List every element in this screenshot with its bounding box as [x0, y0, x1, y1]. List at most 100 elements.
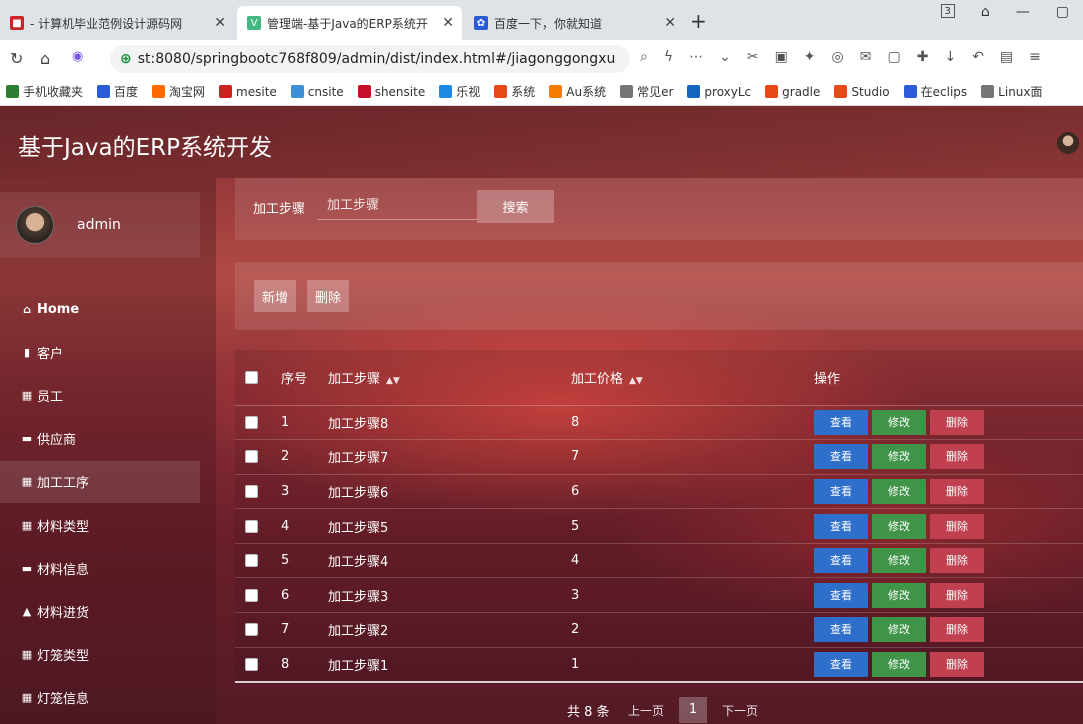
- sidebar-item-4[interactable]: ▦ 加工工序: [0, 460, 200, 503]
- minimize-icon[interactable]: —: [1016, 4, 1030, 20]
- view-button[interactable]: 查看: [814, 513, 868, 539]
- edit-button[interactable]: 修改: [872, 478, 926, 504]
- row-checkbox[interactable]: [245, 450, 258, 464]
- view-button[interactable]: 查看: [814, 582, 868, 608]
- game-icon[interactable]: ✦: [804, 49, 816, 65]
- bookmark-item[interactable]: 淘宝网: [152, 83, 205, 100]
- edit-button[interactable]: 修改: [872, 617, 926, 643]
- search-input[interactable]: [317, 192, 477, 220]
- close-icon[interactable]: ✕: [214, 15, 226, 31]
- bookmark-item[interactable]: cnsite: [290, 85, 344, 99]
- sort-icon[interactable]: ▲▼: [629, 376, 643, 386]
- bookmark-item[interactable]: 常见er: [620, 83, 673, 100]
- edit-button[interactable]: 修改: [872, 513, 926, 539]
- bookmark-item[interactable]: Linux面: [981, 83, 1043, 100]
- bookmark-item[interactable]: 手机收藏夹: [6, 83, 83, 100]
- bookmark-item[interactable]: proxyLc: [687, 85, 751, 99]
- more-icon[interactable]: ⋯: [689, 49, 703, 65]
- delete-button[interactable]: 删除: [930, 651, 984, 677]
- select-all-checkbox[interactable]: [245, 370, 258, 384]
- weibo-icon[interactable]: ◎: [832, 49, 844, 65]
- row-checkbox[interactable]: [245, 554, 258, 568]
- extension-icon[interactable]: ✚: [917, 49, 929, 65]
- delete-button[interactable]: 删除: [930, 444, 984, 470]
- sidebar-item-0[interactable]: ⌂ Home: [0, 288, 200, 330]
- view-button[interactable]: 查看: [814, 444, 868, 470]
- sidebar-item-8[interactable]: ▦ 灯笼类型: [0, 634, 200, 676]
- delete-button[interactable]: 删除: [930, 582, 984, 608]
- edit-button[interactable]: 修改: [872, 651, 926, 677]
- chevron-down-icon[interactable]: ⌄: [719, 49, 731, 65]
- bookmark-item[interactable]: mesite: [219, 85, 277, 99]
- cast-icon[interactable]: ▢: [887, 49, 900, 65]
- next-page-button[interactable]: 下一页: [722, 702, 758, 719]
- bookmark-item[interactable]: Au系统: [549, 83, 606, 100]
- close-icon[interactable]: ✕: [442, 15, 454, 31]
- sidebar-item-2[interactable]: ▦ 员工: [0, 374, 200, 416]
- ai-icon[interactable]: ◉: [72, 49, 83, 64]
- view-button[interactable]: 查看: [814, 548, 868, 574]
- bookmark-item[interactable]: 百度: [97, 83, 138, 100]
- delete-button[interactable]: 删除: [930, 478, 984, 504]
- home-icon[interactable]: ⌂: [40, 49, 50, 68]
- row-checkbox[interactable]: [245, 657, 258, 671]
- view-button[interactable]: 查看: [814, 478, 868, 504]
- delete-button[interactable]: 删除: [930, 513, 984, 539]
- edit-button[interactable]: 修改: [872, 548, 926, 574]
- row-checkbox[interactable]: [245, 415, 258, 429]
- sidebar-item-1[interactable]: ▮ 客户: [0, 331, 200, 373]
- sidebar-item-5[interactable]: ▦ 材料类型: [0, 504, 200, 546]
- edit-button[interactable]: 修改: [872, 582, 926, 608]
- tab-counter[interactable]: 3: [940, 4, 955, 18]
- sidebar-item-7[interactable]: ▲ 材料进货: [0, 590, 200, 632]
- bookmark-item[interactable]: shensite: [357, 85, 425, 99]
- delete-button[interactable]: 删除: [930, 409, 984, 435]
- maximize-icon[interactable]: ▢: [1056, 4, 1069, 20]
- briefcase-icon[interactable]: ▤: [1000, 49, 1013, 65]
- shirt-icon[interactable]: ⌂: [981, 4, 990, 20]
- sidebar-item-6[interactable]: ▬ 材料信息: [0, 547, 200, 589]
- delete-button[interactable]: 删除: [930, 617, 984, 643]
- search-button[interactable]: 搜索: [477, 190, 554, 223]
- prev-page-button[interactable]: 上一页: [628, 702, 664, 719]
- browser-tab-active[interactable]: V 管理端-基于Java的ERP系统开 ✕: [237, 6, 462, 40]
- sidebar-item-3[interactable]: ▬ 供应商: [0, 418, 200, 460]
- browser-tab[interactable]: ■ - 计算机毕业范例设计源码网 ✕: [0, 6, 234, 40]
- bookmark-item[interactable]: gradle: [765, 85, 820, 99]
- view-button[interactable]: 查看: [814, 617, 868, 643]
- bookmark-item[interactable]: 系统: [494, 83, 535, 100]
- menu-icon[interactable]: ≡: [1029, 49, 1041, 65]
- bookmark-item[interactable]: Studio: [834, 85, 890, 99]
- col-step-header[interactable]: 加工步骤 ▲▼: [328, 350, 571, 406]
- row-checkbox[interactable]: [245, 588, 258, 602]
- new-tab-button[interactable]: +: [690, 9, 707, 33]
- add-button[interactable]: 新增: [254, 280, 297, 312]
- bookmark-label: 手机收藏夹: [23, 85, 84, 99]
- avatar[interactable]: [1057, 132, 1079, 154]
- undo-icon[interactable]: ↶: [972, 49, 984, 65]
- row-checkbox[interactable]: [245, 623, 258, 637]
- lightning-icon[interactable]: ϟ: [664, 49, 673, 65]
- bookmark-item[interactable]: 在eclips: [903, 83, 967, 100]
- view-button[interactable]: 查看: [814, 651, 868, 677]
- browser-tab[interactable]: ✿ 百度一下，你就知道 ✕: [464, 6, 684, 40]
- url-bar[interactable]: ⊕ st:8080/springbootc768f809/admin/dist/…: [110, 45, 630, 73]
- col-price-header[interactable]: 加工价格 ▲▼: [571, 350, 814, 406]
- reload-icon[interactable]: ↻: [10, 49, 23, 68]
- close-icon[interactable]: ✕: [664, 15, 676, 31]
- row-checkbox[interactable]: [245, 519, 258, 533]
- edit-button[interactable]: 修改: [872, 444, 926, 470]
- zoom-icon[interactable]: ⌕: [640, 49, 648, 65]
- scissors-icon[interactable]: ✂: [747, 49, 759, 65]
- mail-icon[interactable]: ✉: [860, 49, 872, 65]
- translate-icon[interactable]: ▣: [775, 49, 788, 65]
- download-icon[interactable]: ↓: [944, 49, 956, 65]
- edit-button[interactable]: 修改: [872, 409, 926, 435]
- batch-delete-button[interactable]: 删除: [307, 280, 350, 312]
- sort-icon[interactable]: ▲▼: [386, 376, 400, 386]
- view-button[interactable]: 查看: [814, 409, 868, 435]
- delete-button[interactable]: 删除: [930, 548, 984, 574]
- bookmark-item[interactable]: 乐视: [439, 83, 480, 100]
- row-checkbox[interactable]: [245, 484, 258, 498]
- page-number-current[interactable]: 1: [679, 697, 707, 723]
